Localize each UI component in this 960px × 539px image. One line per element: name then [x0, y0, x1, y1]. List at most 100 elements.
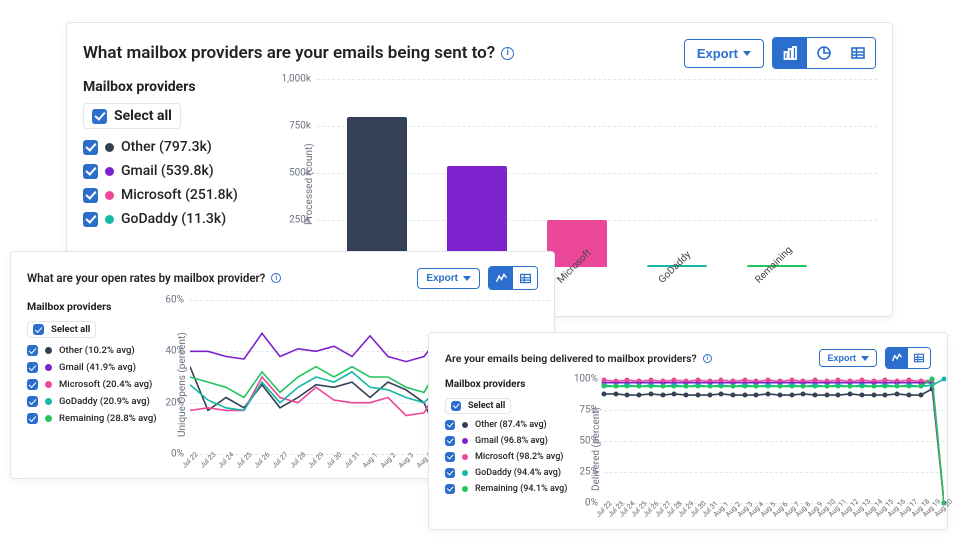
export-label: Export: [827, 353, 856, 363]
card-title: What mailbox providers are your emails b…: [83, 43, 514, 63]
provider-row[interactable]: Gmail (96.8% avg): [445, 433, 575, 449]
provider-row[interactable]: Other (87.4% avg): [445, 417, 575, 433]
provider-row[interactable]: Other (797.3k): [83, 135, 288, 159]
view-toggle-group: [772, 37, 876, 69]
card-title: Are your emails being delivered to mailb…: [445, 352, 712, 365]
series-lines: [604, 379, 944, 503]
card-title: What are your open rates by mailbox prov…: [27, 271, 281, 285]
info-icon[interactable]: i: [703, 354, 712, 363]
checkbox-icon: [27, 396, 38, 407]
provider-row[interactable]: GoDaddy (11.3k): [83, 207, 288, 231]
checkbox-icon: [445, 468, 455, 478]
checkbox-icon: [451, 401, 461, 411]
ytick-label: 40%: [165, 346, 190, 357]
checkbox-icon: [445, 484, 455, 494]
toolbar: Export: [684, 37, 876, 69]
select-all-label: Select all: [51, 324, 90, 335]
provider-row[interactable]: GoDaddy (20.9% avg): [27, 393, 161, 410]
color-dot: [45, 398, 52, 405]
checkbox-icon: [445, 452, 455, 462]
card-body: Mailbox providers Select all Other (87.4…: [429, 379, 947, 533]
provider-label: Gmail (96.8% avg): [475, 436, 548, 446]
select-all-label: Select all: [468, 401, 505, 411]
ytick-label: 75%: [579, 405, 604, 416]
ytick-label: 500k: [289, 168, 317, 179]
info-icon[interactable]: i: [271, 273, 281, 283]
view-pie-button[interactable]: [807, 38, 841, 68]
view-line-button[interactable]: [886, 348, 908, 368]
provider-row[interactable]: Microsoft (251.8k): [83, 183, 288, 207]
view-table-button[interactable]: [841, 38, 875, 68]
select-all-label: Select all: [114, 108, 172, 124]
chevron-down-icon: [463, 276, 471, 281]
color-dot: [45, 381, 52, 388]
view-toggle-group: [488, 266, 538, 290]
color-dot: [105, 167, 114, 176]
ytick-label: 20%: [165, 397, 190, 408]
color-dot: [462, 454, 468, 460]
provider-row[interactable]: Remaining (94.1% avg): [445, 481, 575, 497]
provider-row[interactable]: Microsoft (98.2% avg): [445, 449, 575, 465]
provider-label: Other (10.2% avg): [59, 345, 135, 356]
provider-row[interactable]: Remaining (28.8% avg): [27, 410, 161, 427]
provider-label: Other (87.4% avg): [475, 420, 547, 430]
toolbar: Export: [819, 347, 931, 369]
title-text: What mailbox providers are your emails b…: [83, 43, 495, 63]
view-table-button[interactable]: [513, 267, 537, 289]
providers-list-title: Mailbox providers: [445, 379, 575, 390]
providers-list-title: Mailbox providers: [83, 79, 288, 95]
y-axis-label: Unique Opens (percent): [175, 300, 190, 470]
checkbox-icon: [92, 109, 107, 124]
export-label: Export: [426, 273, 458, 284]
providers-list: Mailbox providers Select all Other (10.2…: [27, 300, 161, 470]
checkbox-icon: [83, 140, 98, 155]
title-text: Are your emails being delivered to mailb…: [445, 352, 697, 365]
checkbox-icon: [83, 212, 98, 227]
provider-label: Microsoft (251.8k): [121, 187, 238, 203]
export-button[interactable]: Export: [819, 349, 877, 367]
provider-row[interactable]: Other (10.2% avg): [27, 342, 161, 359]
view-line-button[interactable]: [489, 267, 513, 289]
provider-row[interactable]: Microsoft (20.4% avg): [27, 376, 161, 393]
provider-label: GoDaddy (11.3k): [121, 211, 226, 227]
ytick-label: 25%: [579, 467, 604, 478]
checkbox-icon: [33, 324, 44, 335]
title-text: What are your open rates by mailbox prov…: [27, 271, 265, 285]
provider-row[interactable]: Gmail (41.9% avg): [27, 359, 161, 376]
provider-label: Remaining (28.8% avg): [59, 413, 157, 424]
color-dot: [45, 415, 52, 422]
provider-row[interactable]: GoDaddy (94.4% avg): [445, 465, 575, 481]
view-table-button[interactable]: [908, 348, 930, 368]
provider-label: Remaining (94.1% avg): [475, 484, 567, 494]
gridline: [317, 79, 877, 80]
export-button[interactable]: Export: [684, 39, 764, 68]
color-dot: [462, 470, 468, 476]
xtick-label: GoDaddy: [657, 249, 693, 285]
card-delivered: Are your emails being delivered to mailb…: [428, 332, 948, 530]
export-label: Export: [697, 46, 738, 61]
line-chart: Delivered (percent) 100%75%50%25%0%Jul 2…: [589, 379, 944, 519]
provider-row[interactable]: Gmail (539.8k): [83, 159, 288, 183]
view-bar-button[interactable]: [773, 38, 807, 68]
select-all-row[interactable]: Select all: [27, 321, 96, 338]
checkbox-icon: [27, 413, 38, 424]
ytick-label: 250k: [289, 215, 317, 226]
provider-label: Microsoft (98.2% avg): [475, 452, 563, 462]
color-dot: [45, 347, 52, 354]
card-header: What are your open rates by mailbox prov…: [11, 252, 554, 300]
select-all-row[interactable]: Select all: [83, 103, 181, 129]
color-dot: [45, 364, 52, 371]
color-dot: [105, 215, 114, 224]
bar: [347, 117, 407, 267]
checkbox-icon: [27, 379, 38, 390]
plot-area: 100%75%50%25%0%Jul 22Jul 23Jul 24Jul 25J…: [604, 379, 944, 519]
provider-label: Gmail (41.9% avg): [59, 362, 136, 373]
info-icon[interactable]: i: [501, 47, 514, 60]
checkbox-icon: [445, 436, 455, 446]
select-all-row[interactable]: Select all: [445, 398, 511, 414]
export-button[interactable]: Export: [417, 268, 480, 289]
ytick-label: 750k: [289, 121, 317, 132]
card-header: What mailbox providers are your emails b…: [67, 23, 892, 79]
card-header: Are your emails being delivered to mailb…: [429, 333, 947, 379]
providers-list: Mailbox providers Select all Other (87.4…: [445, 379, 575, 519]
